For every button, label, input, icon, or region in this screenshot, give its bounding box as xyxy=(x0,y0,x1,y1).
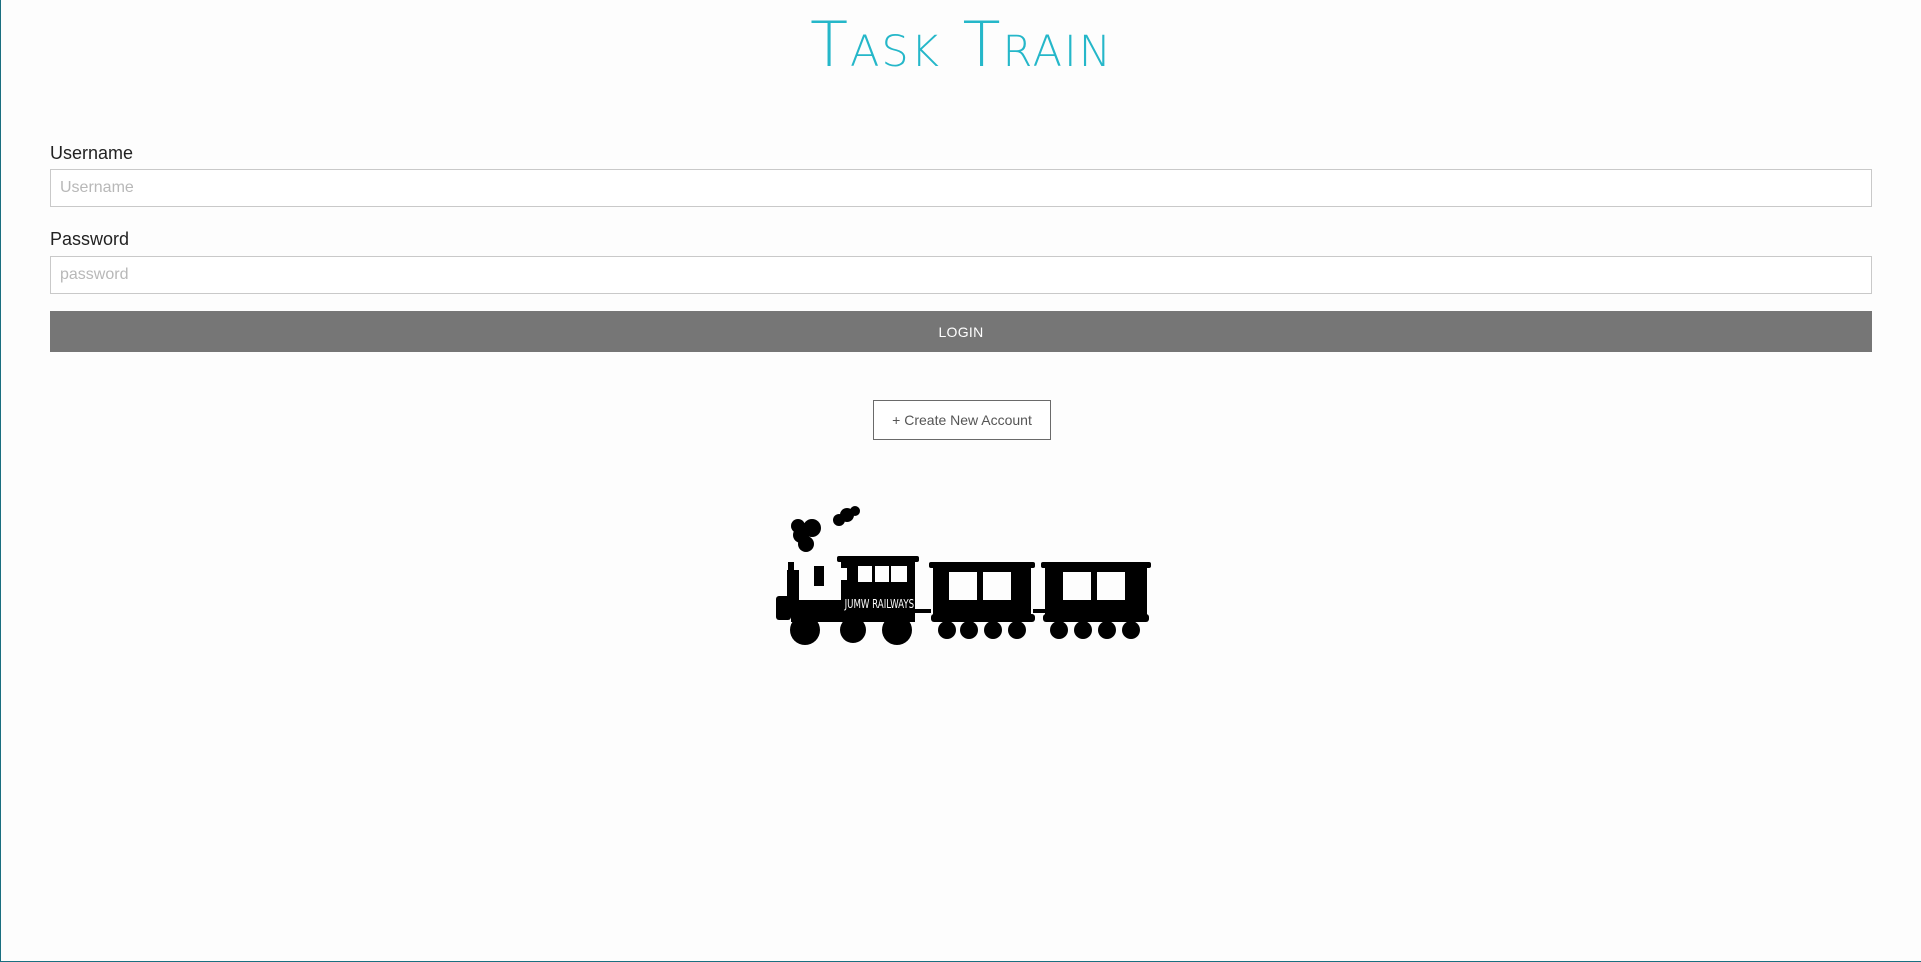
password-label: Password xyxy=(50,229,130,249)
username-label: Username xyxy=(50,143,134,163)
app-title: Task Train xyxy=(810,8,1113,81)
svg-text:JUMW RAILWAYS: JUMW RAILWAYS xyxy=(844,597,914,611)
login-page: Task Train Username Password LOGIN + Cre… xyxy=(0,0,1921,962)
train-icon: JUMW RAILWAYS xyxy=(776,506,1151,645)
password-input[interactable] xyxy=(50,256,1872,294)
login-button[interactable]: LOGIN xyxy=(50,311,1872,352)
create-account-button[interactable]: + Create New Account xyxy=(873,400,1051,440)
username-input[interactable] xyxy=(50,169,1872,207)
